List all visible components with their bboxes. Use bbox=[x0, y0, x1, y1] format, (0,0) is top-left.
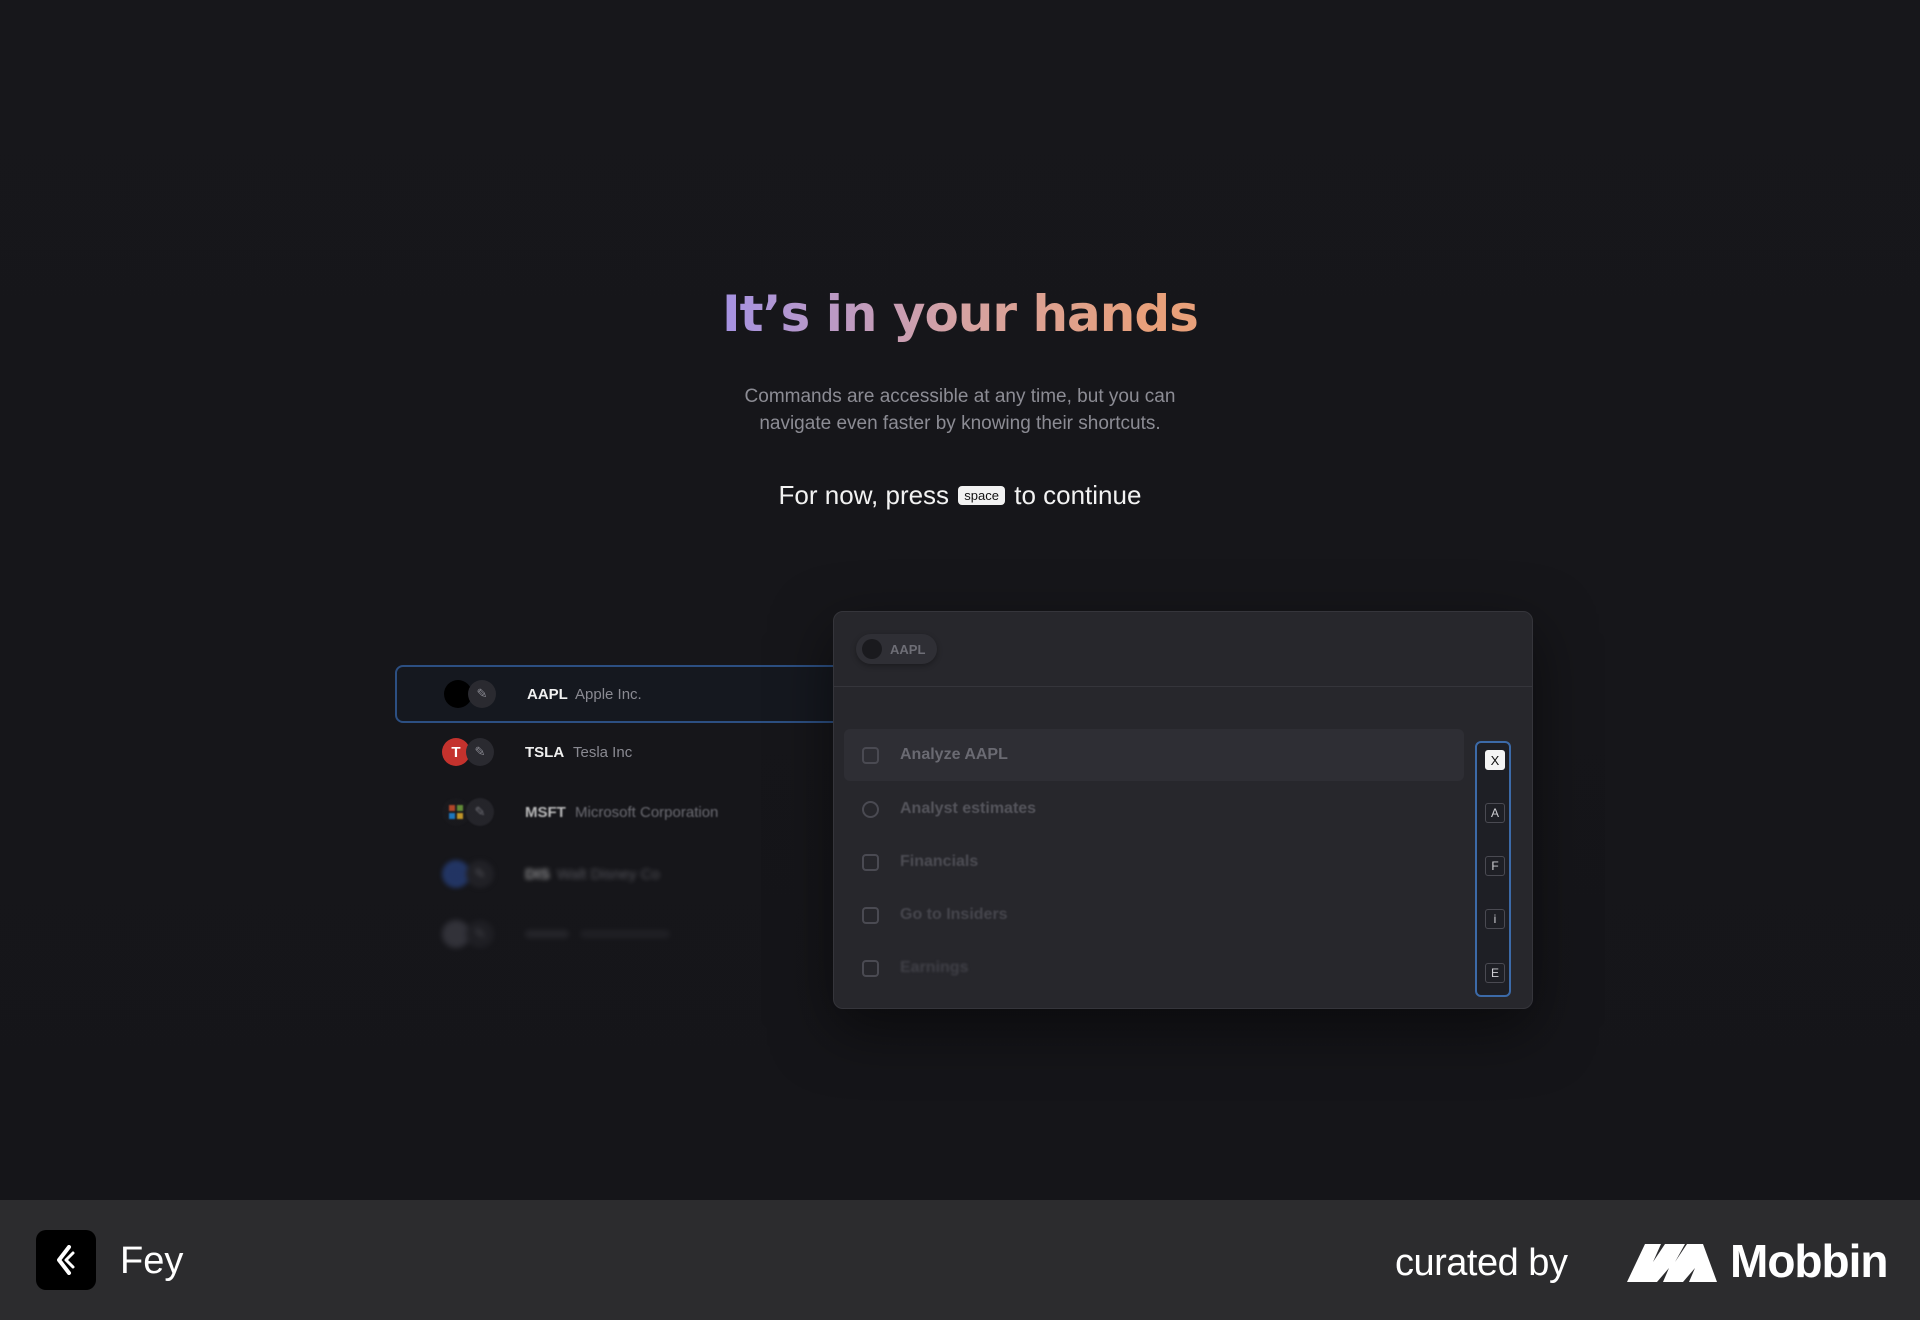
apple-logo-icon bbox=[862, 639, 882, 659]
subtitle-line-1: Commands are accessible at any time, but… bbox=[744, 386, 1176, 407]
space-key-badge[interactable]: space bbox=[958, 486, 1005, 505]
command-analyst-estimates[interactable]: Analyst estimates bbox=[844, 783, 1464, 835]
command-palette: AAPL Analyze AAPL Analyst estimates Fina… bbox=[833, 611, 1533, 1009]
financials-icon bbox=[862, 853, 879, 871]
continue-prompt: For now, press space to continue bbox=[0, 480, 1920, 511]
mobbin-logo-icon bbox=[1627, 1244, 1717, 1282]
ticker-row-5[interactable]: ✎ bbox=[395, 905, 835, 963]
pencil-icon[interactable]: ✎ bbox=[468, 680, 496, 708]
command-label: Earnings bbox=[900, 959, 969, 976]
ticker-company-placeholder bbox=[580, 930, 670, 938]
app-name: Fey bbox=[120, 1240, 184, 1282]
ticker-symbol: MSFT bbox=[525, 803, 566, 821]
ticker-company: Apple Inc. bbox=[575, 685, 642, 703]
ticker-symbol: DIS bbox=[525, 865, 551, 883]
command-label: Financials bbox=[900, 853, 979, 870]
press-suffix: to continue bbox=[1014, 480, 1142, 510]
ticker-symbol-placeholder bbox=[525, 930, 569, 938]
pencil-icon[interactable]: ✎ bbox=[466, 738, 494, 766]
command-insiders[interactable]: Go to Insiders bbox=[844, 889, 1464, 941]
ticker-row-tsla[interactable]: T ✎ TSLA Tesla Inc bbox=[395, 723, 835, 781]
shortcut-key-x: X bbox=[1485, 750, 1505, 770]
earnings-icon bbox=[862, 959, 879, 977]
fey-app-icon bbox=[36, 1230, 96, 1290]
ticker-company: Tesla Inc bbox=[573, 743, 633, 761]
ticker-list: ✎ AAPL Apple Inc. T ✎ TSLA Tesla Inc ✎ M… bbox=[395, 665, 835, 965]
command-analyze[interactable]: Analyze AAPL bbox=[844, 729, 1464, 781]
pencil-icon[interactable]: ✎ bbox=[466, 860, 494, 888]
shortcut-column: X A F i E bbox=[1475, 741, 1511, 997]
page-title: It’s in your hands bbox=[0, 285, 1920, 343]
mobbin-wordmark: Mobbin bbox=[1730, 1235, 1888, 1287]
press-prefix: For now, press bbox=[778, 480, 950, 510]
shortcut-key-a: A bbox=[1485, 803, 1505, 823]
subtitle-line-2: navigate even faster by knowing their sh… bbox=[759, 413, 1161, 434]
command-label: Go to Insiders bbox=[900, 906, 1008, 923]
ticker-company: Microsoft Corporation bbox=[575, 803, 719, 821]
ticker-symbol: TSLA bbox=[525, 743, 565, 761]
ticker-row-dis[interactable]: ✎ DIS Walt Disney Co bbox=[395, 845, 835, 903]
estimates-icon bbox=[862, 800, 879, 818]
ticker-chip[interactable]: AAPL bbox=[856, 634, 938, 664]
ticker-company: Walt Disney Co bbox=[557, 865, 660, 883]
command-label: Analyst estimates bbox=[900, 800, 1037, 817]
pencil-icon[interactable]: ✎ bbox=[466, 798, 494, 826]
chip-label: AAPL bbox=[890, 641, 926, 657]
subtitle: Commands are accessible at any time, but… bbox=[660, 383, 1260, 437]
palette-divider bbox=[834, 686, 1532, 687]
pencil-icon[interactable]: ✎ bbox=[466, 920, 494, 948]
curated-by-label: curated by bbox=[1395, 1242, 1568, 1284]
command-earnings[interactable]: Earnings bbox=[844, 942, 1464, 994]
shortcut-key-f: F bbox=[1485, 856, 1505, 876]
ticker-row-aapl[interactable]: ✎ AAPL Apple Inc. bbox=[395, 665, 835, 723]
onboarding-stage: It’s in your hands Commands are accessib… bbox=[0, 0, 1920, 1200]
ticker-row-msft[interactable]: ✎ MSFT Microsoft Corporation bbox=[395, 783, 835, 841]
ticker-symbol: AAPL bbox=[527, 685, 568, 703]
command-label: Analyze AAPL bbox=[900, 746, 1008, 763]
analyze-icon bbox=[862, 746, 879, 764]
footer-bar: Fey curated by Mobbin bbox=[0, 1200, 1920, 1320]
insiders-icon bbox=[862, 906, 879, 924]
shortcut-key-i: i bbox=[1485, 909, 1505, 929]
command-financials[interactable]: Financials bbox=[844, 836, 1464, 888]
shortcut-key-e: E bbox=[1485, 963, 1505, 983]
